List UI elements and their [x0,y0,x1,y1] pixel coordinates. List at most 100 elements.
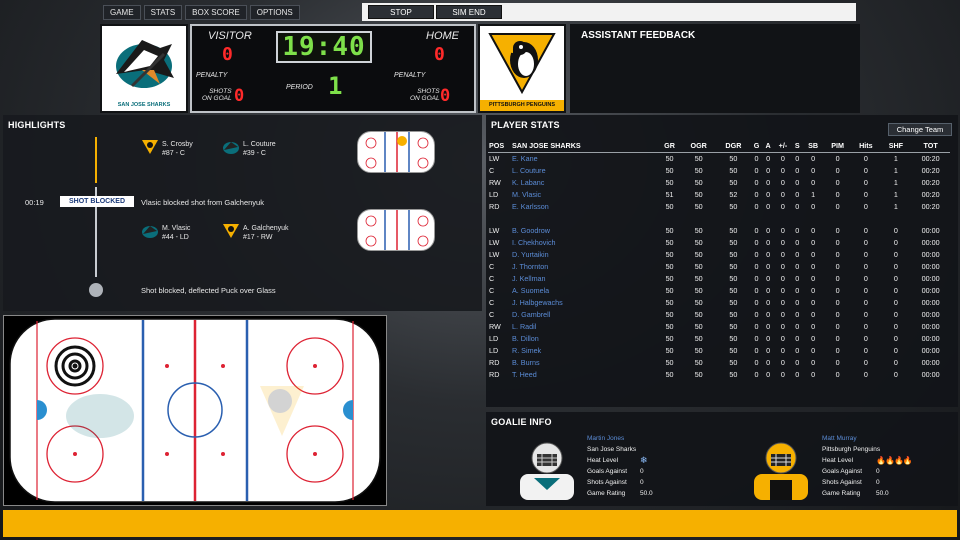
col-pos[interactable]: POS [488,140,512,153]
table-row[interactable]: C J. Thornton 50 50 50 0 0 0 0 0 0 0 0 00:00 [488,260,950,272]
change-team-button[interactable]: Change Team [888,123,952,136]
menu-stats-button[interactable]: STATS [143,5,183,20]
stat-cell: 0 [754,321,759,331]
stat-cell: 50 [665,321,674,331]
last-event-text: Shot blocked, deflected Puck over Glass [141,286,276,295]
stat-cell: 50 [694,333,703,343]
visitor-shots-value: 0 [234,86,245,106]
stat-cell: 50 [665,309,674,319]
player-stats-panel: PLAYER STATS Change Team POS SAN JOSE SH… [486,115,958,407]
table-row[interactable]: C J. Kellman 50 50 50 0 0 0 0 0 0 0 0 00:00 [488,272,950,284]
player-name-cell[interactable]: D. Yurtaikin [512,248,658,260]
table-row[interactable]: RD T. Heed 50 50 50 0 0 0 0 0 0 0 0 00:00 [488,368,950,380]
stat-cell: 0 [780,369,785,379]
col-tot[interactable]: TOT [911,140,950,153]
col-a[interactable]: A [762,140,774,153]
stat-cell: 0 [780,177,785,187]
menu-options-button[interactable]: OPTIONS [249,5,300,20]
stat-cell: 00:00 [921,249,940,259]
col-gr[interactable]: GR [658,140,682,153]
player-name-cell[interactable]: I. Chekhovich [512,236,658,248]
stat-cell: 0 [766,261,771,271]
player-name-cell[interactable]: B. Dillon [512,332,658,344]
col-sb[interactable]: SB [802,140,824,153]
stat-cell: 50 [665,357,674,367]
stat-cell: 0 [835,189,840,199]
table-row[interactable]: LD R. Simek 50 50 50 0 0 0 0 0 0 0 0 00:00 [488,344,950,356]
stat-cell: 00:00 [921,357,940,367]
sim-end-button[interactable]: SIM END [436,5,502,19]
stat-cell: 0 [893,237,898,247]
player-name-cell[interactable]: A. Suomela [512,284,658,296]
table-row[interactable]: RD B. Burns 50 50 50 0 0 0 0 0 0 0 0 00:00 [488,356,950,368]
table-row[interactable]: RW L. Radil 50 50 50 0 0 0 0 0 0 0 0 00:00 [488,320,950,332]
player-name-cell[interactable]: L. Couture [512,164,658,176]
menu-game-button[interactable]: GAME [103,5,141,20]
stat-cell: 50 [729,225,738,235]
col-hits[interactable]: Hits [851,140,881,153]
player-name-cell[interactable]: E. Karlsson [512,200,658,212]
stat-cell: 51 [665,189,674,199]
table-row[interactable]: C D. Gambrell 50 50 50 0 0 0 0 0 0 0 0 00:00 [488,308,950,320]
stat-cell: 0 [754,309,759,319]
flame-icon: 🔥 [893,456,904,465]
stat-cell: 0 [863,225,868,235]
stat-cell: 0 [766,297,771,307]
stat-cell: 50 [694,261,703,271]
stat-cell: 0 [893,333,898,343]
home-goalie-name: Matt Murray [822,435,857,442]
scoreboard: VISITOR 0 PENALTY SHOTS ON GOAL 0 19:40 P… [190,24,476,113]
table-row[interactable]: LW I. Chekhovich 50 50 50 0 0 0 0 0 0 0 0 00:00 [488,236,950,248]
table-row[interactable]: RD E. Karlsson 50 50 50 0 0 0 0 0 0 0 1 00:20 [488,200,950,212]
visitor-goalie-team: San Jose Sharks [587,446,637,453]
player-name-cell[interactable]: J. Kellman [512,272,658,284]
player-name-cell[interactable]: B. Burns [512,356,658,368]
col-g[interactable]: G [750,140,763,153]
player-name-cell[interactable]: B. Goodrow [512,224,658,236]
player-name-cell[interactable]: E. Kane [512,152,658,164]
stat-cell: 0 [795,333,800,343]
col-plus-minus[interactable]: +/- [773,140,793,153]
stat-cell: 0 [795,177,800,187]
player-name-cell[interactable]: K. Labanc [512,176,658,188]
top-menu: GAME STATS BOX SCORE OPTIONS [103,5,300,20]
stat-cell: 0 [780,309,785,319]
table-row[interactable]: LD M. Vlasic 51 50 52 0 0 0 0 1 0 0 1 00:20 [488,188,950,200]
stat-cell: 0 [795,201,800,211]
stats-header-row: POS SAN JOSE SHARKS GR OGR DGR G A +/- S… [488,140,950,153]
table-row[interactable]: LW D. Yurtaikin 50 50 50 0 0 0 0 0 0 0 0 00:00 [488,248,950,260]
stat-cell: 50 [694,309,703,319]
stat-cell: 0 [754,237,759,247]
player-name-cell[interactable]: R. Simek [512,344,658,356]
stat-cell: 50 [665,165,674,175]
col-dgr[interactable]: DGR [716,140,751,153]
col-team-name[interactable]: SAN JOSE SHARKS [512,140,658,153]
stop-button[interactable]: STOP [368,5,434,19]
table-row[interactable]: C J. Halbgewachs 50 50 50 0 0 0 0 0 0 0 0 00:00 [488,296,950,308]
stat-cell: 0 [835,357,840,367]
stat-cell: 0 [795,225,800,235]
table-row[interactable]: LD B. Dillon 50 50 50 0 0 0 0 0 0 0 0 00:00 [488,332,950,344]
player-name-cell[interactable]: J. Halbgewachs [512,296,658,308]
home-label: HOME [426,30,459,42]
table-row[interactable]: LW B. Goodrow 50 50 50 0 0 0 0 0 0 0 0 00:00 [488,224,950,236]
player-name-cell[interactable]: J. Thornton [512,260,658,272]
player-name-cell[interactable]: T. Heed [512,368,658,380]
player-name-cell[interactable]: D. Gambrell [512,308,658,320]
stat-cell: C [489,297,495,307]
table-row[interactable]: C A. Suomela 50 50 50 0 0 0 0 0 0 0 0 00:00 [488,284,950,296]
menu-box-score-button[interactable]: BOX SCORE [185,5,247,20]
table-row[interactable]: RW K. Labanc 50 50 50 0 0 0 0 0 0 0 1 00:20 [488,176,950,188]
player-name-cell[interactable]: M. Vlasic [512,188,658,200]
col-s[interactable]: S [792,140,803,153]
col-pim[interactable]: PIM [823,140,852,153]
stat-cell: 50 [694,189,703,199]
col-shf[interactable]: SHF [880,140,912,153]
table-row[interactable]: LW E. Kane 50 50 50 0 0 0 0 0 0 0 1 00:20 [488,152,950,164]
stat-cell: LW [489,153,500,163]
stat-cell: 0 [893,345,898,355]
col-ogr[interactable]: OGR [681,140,717,153]
stat-cell: 00:00 [921,225,940,235]
table-row[interactable]: C L. Couture 50 50 50 0 0 0 0 0 0 0 1 00:20 [488,164,950,176]
player-name-cell[interactable]: L. Radil [512,320,658,332]
